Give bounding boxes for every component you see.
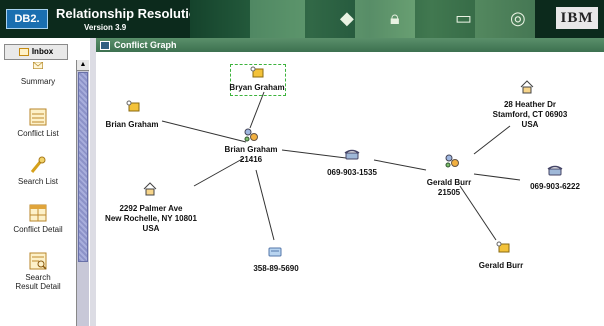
header-banner: DB2. Relationship Resolution Version 3.9… bbox=[0, 0, 604, 38]
node-phone-6222[interactable]: 069-903-6222 bbox=[522, 182, 588, 192]
sidebar-scrollbar[interactable]: ▲ bbox=[76, 60, 89, 326]
node-address-stamford[interactable]: 28 Heather Dr Stamford, CT 06903 USA bbox=[490, 100, 570, 130]
node-gerald-burr-entity[interactable]: Gerald Burr 21505 bbox=[416, 178, 482, 198]
entity-icon bbox=[445, 154, 459, 168]
node-bryan-graham[interactable]: Bryan Graham bbox=[226, 83, 288, 93]
sidebar-item-search-result-detail[interactable]: Search Result Detail bbox=[0, 252, 76, 291]
db2-logo: DB2. bbox=[6, 9, 48, 29]
conflict-detail-icon bbox=[29, 204, 47, 222]
node-gerald-burr[interactable]: Gerald Burr bbox=[470, 261, 532, 271]
person-card-icon bbox=[496, 241, 510, 253]
person-card-icon bbox=[250, 66, 264, 78]
sidebar-item-label: Search List bbox=[17, 177, 59, 186]
node-brian-graham-entity[interactable]: Brian Graham 21416 bbox=[216, 145, 286, 165]
ibm-logo: IBM bbox=[556, 7, 598, 29]
phone-icon bbox=[344, 149, 360, 160]
conflict-graph-canvas[interactable]: Bryan Graham Brian Graham Brian Graham 21… bbox=[96, 52, 604, 326]
search-list-icon bbox=[30, 156, 46, 173]
scroll-thumb[interactable] bbox=[78, 72, 88, 262]
sidebar-item-label: Conflict List bbox=[17, 129, 59, 138]
inbox-tab[interactable]: Inbox bbox=[4, 44, 68, 60]
node-brian-graham[interactable]: Brian Graham bbox=[100, 120, 164, 130]
panel-title-bar: Conflict Graph bbox=[96, 38, 604, 52]
conflict-list-icon bbox=[29, 108, 47, 126]
banner-collage: ◆ 🔒︎ ▭ ◎ bbox=[190, 0, 535, 38]
edge bbox=[255, 169, 275, 241]
inbox-icon bbox=[18, 47, 29, 56]
app-version: Version 3.9 bbox=[84, 23, 127, 32]
globe-icon: ◎ bbox=[510, 8, 526, 28]
id-card-icon bbox=[268, 247, 282, 257]
scroll-up-icon[interactable]: ▲ bbox=[77, 60, 89, 71]
sidebar-item-label: Conflict Detail bbox=[13, 225, 63, 234]
search-result-detail-icon bbox=[29, 252, 47, 270]
house-icon bbox=[520, 80, 534, 94]
sidebar-item-summary[interactable]: Summary bbox=[0, 62, 76, 86]
summary-icon bbox=[33, 62, 43, 69]
window-icon bbox=[100, 41, 110, 50]
node-ssn[interactable]: 358-89-5690 bbox=[244, 264, 308, 274]
sidebar-item-conflict-list[interactable]: Conflict List bbox=[0, 108, 76, 138]
node-address-new-rochelle[interactable]: 2292 Palmer Ave New Rochelle, NY 10801 USA bbox=[96, 204, 206, 234]
edge bbox=[249, 91, 265, 129]
sidebar-item-conflict-detail[interactable]: Conflict Detail bbox=[0, 204, 76, 234]
panel-title: Conflict Graph bbox=[114, 40, 177, 50]
node-phone-1535[interactable]: 069-903-1535 bbox=[320, 168, 384, 178]
app-title: Relationship Resolution bbox=[56, 6, 205, 21]
sidebar: Inbox Summary Conflict List Search List bbox=[0, 38, 91, 326]
house-icon bbox=[143, 182, 157, 196]
entity-icon bbox=[244, 128, 258, 142]
phone-icon bbox=[547, 165, 563, 176]
lock-icon: 🔒︎ bbox=[390, 8, 400, 28]
sidebar-item-label: Search Result Detail bbox=[15, 273, 61, 291]
edge bbox=[161, 120, 247, 143]
sidebar-item-label: Summary bbox=[20, 77, 56, 86]
edge bbox=[281, 149, 347, 159]
edge bbox=[473, 125, 511, 155]
inbox-label: Inbox bbox=[31, 47, 54, 56]
person-card-icon bbox=[126, 100, 140, 112]
monitor-icon: ▭ bbox=[455, 8, 473, 28]
diamond-icon: ◆ bbox=[340, 8, 354, 28]
sidebar-item-search-list[interactable]: Search List bbox=[0, 156, 76, 186]
